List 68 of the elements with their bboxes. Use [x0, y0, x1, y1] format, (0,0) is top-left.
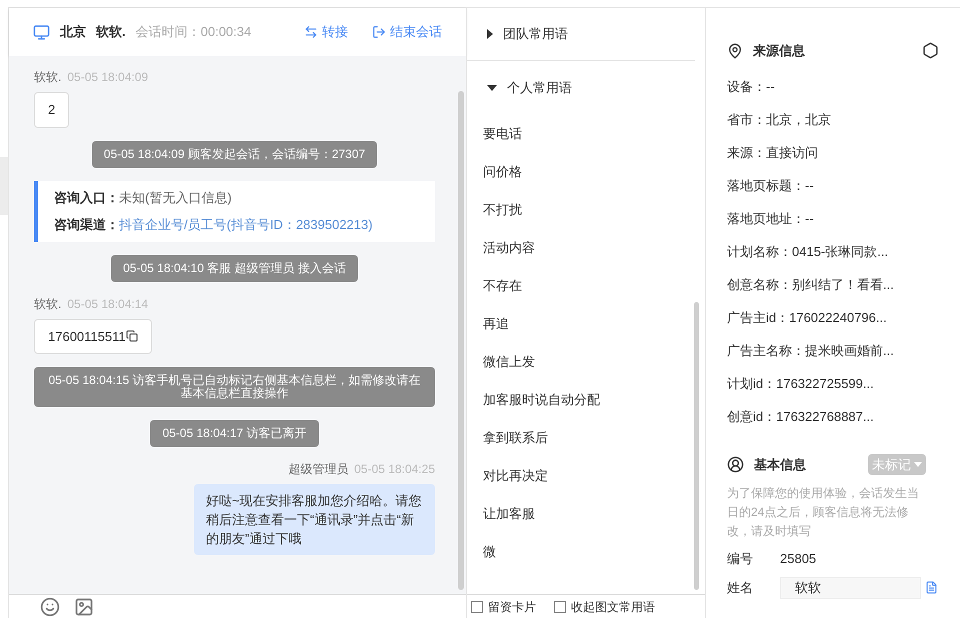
sender-name: 超级管理员 — [288, 461, 348, 478]
caret-icon — [914, 462, 922, 467]
name-input[interactable]: 软软 — [780, 576, 921, 598]
source-field: 计划名称：0415-张琳同款... — [727, 236, 939, 268]
section-title: 基本信息 — [754, 456, 807, 474]
image-icon[interactable] — [74, 596, 94, 616]
emoji-icon[interactable] — [40, 596, 60, 616]
option-checkbox[interactable]: 收起图文常用语 — [554, 598, 655, 616]
scrollbar[interactable] — [458, 91, 464, 590]
phrase-group-header[interactable]: 个人常用语 — [467, 61, 705, 114]
sender-name: 软软. — [34, 296, 62, 312]
location-pin-icon — [727, 42, 743, 59]
phrase-item[interactable]: 微 — [467, 533, 705, 571]
phrase-item[interactable]: 对比再决定 — [467, 457, 705, 495]
scrollbar[interactable] — [694, 302, 699, 590]
monitor-icon — [33, 24, 50, 40]
phrase-item[interactable]: 不打扰 — [467, 191, 705, 229]
sender-name: 软软. — [34, 69, 62, 86]
message-time: 05-05 18:04:09 — [67, 69, 148, 86]
checkbox[interactable] — [471, 600, 483, 612]
system-notice: 05-05 18:04:15 访客手机号已自动标记右侧基本信息栏，如需修改请在基本信息栏直接操作 — [34, 367, 435, 407]
field-value: 25805 — [780, 550, 816, 568]
document-icon[interactable] — [925, 581, 938, 594]
phrase-item[interactable]: 活动内容 — [467, 229, 705, 267]
message-bubble: 2 — [34, 92, 70, 128]
phrase-item[interactable]: 再追 — [467, 305, 705, 343]
checkbox[interactable] — [554, 600, 566, 612]
phrase-item[interactable]: 问价格 — [467, 153, 705, 191]
phrase-item[interactable]: 不存在 — [467, 267, 705, 305]
info-label: 咨询入口： — [54, 188, 119, 206]
source-field: 广告主id：176022240796... — [727, 302, 939, 334]
phrase-item[interactable]: 让加客服 — [467, 495, 705, 533]
source-field: 计划id：176322725599... — [727, 368, 939, 400]
info-value: 未知(暂无入口信息) — [119, 188, 232, 207]
phrase-group-header[interactable]: 团队常用语 — [467, 8, 695, 61]
source-field: 广告主名称：提米映画婚前... — [727, 334, 939, 368]
copy-icon[interactable] — [126, 330, 138, 342]
phrase-item[interactable]: 要电话 — [467, 115, 705, 153]
phrase-item[interactable]: 拿到联系后 — [467, 419, 705, 457]
section-title: 来源信息 — [753, 42, 806, 60]
phrase-item[interactable]: 微信上发 — [467, 343, 705, 381]
message-bubble: 好哒~现在安排客服加您介绍哈。请您稍后注意查看一下“通讯录”并点击“新的朋友”通过下哦 — [194, 484, 435, 555]
exit-icon — [372, 25, 386, 39]
notice-text: 为了保障您的使用体验，会话发生当日的24点之后，顾客信息将无法修改，请及时填写 — [727, 485, 920, 540]
source-field: 省市：北京，北京 — [727, 104, 939, 136]
source-field: 创意名称：别纠结了！看看... — [727, 268, 939, 302]
message-time: 05-05 18:04:14 — [67, 296, 148, 312]
system-notice: 05-05 18:04:17 访客已离开 — [150, 420, 319, 447]
field-label: 姓名 — [727, 578, 754, 597]
option-checkbox[interactable]: 留资卡片 — [471, 598, 536, 616]
info-value: 抖音企业号/员工号(抖音号ID：2839502213) — [119, 216, 373, 234]
source-field: 来源：直接访问 — [727, 136, 939, 170]
session-duration: 会话时间：00:00:34 — [136, 23, 252, 42]
visitor-city: 北京 — [60, 23, 86, 42]
visitor-name: 软软. — [96, 23, 126, 42]
message-bubble: 17600115511 — [34, 318, 152, 354]
source-field: 落地页地址：-- — [727, 202, 939, 236]
message-time: 05-05 18:04:25 — [354, 461, 435, 478]
swap-icon — [304, 25, 318, 39]
field-label: 编号 — [727, 550, 754, 568]
user-icon — [727, 456, 744, 473]
system-notice: 05-05 18:04:10 客服 超级管理员 接入会话 — [111, 254, 358, 282]
source-field: 创意id：176322768887... — [727, 400, 939, 434]
system-notice: 05-05 18:04:09 顾客发起会话，会话编号：27307 — [92, 140, 378, 168]
source-field: 设备：-- — [727, 70, 939, 104]
info-label: 咨询渠道： — [54, 216, 119, 234]
phrase-item[interactable]: 加客服时说自动分配 — [467, 381, 705, 419]
source-field: 落地页标题：-- — [727, 170, 939, 202]
